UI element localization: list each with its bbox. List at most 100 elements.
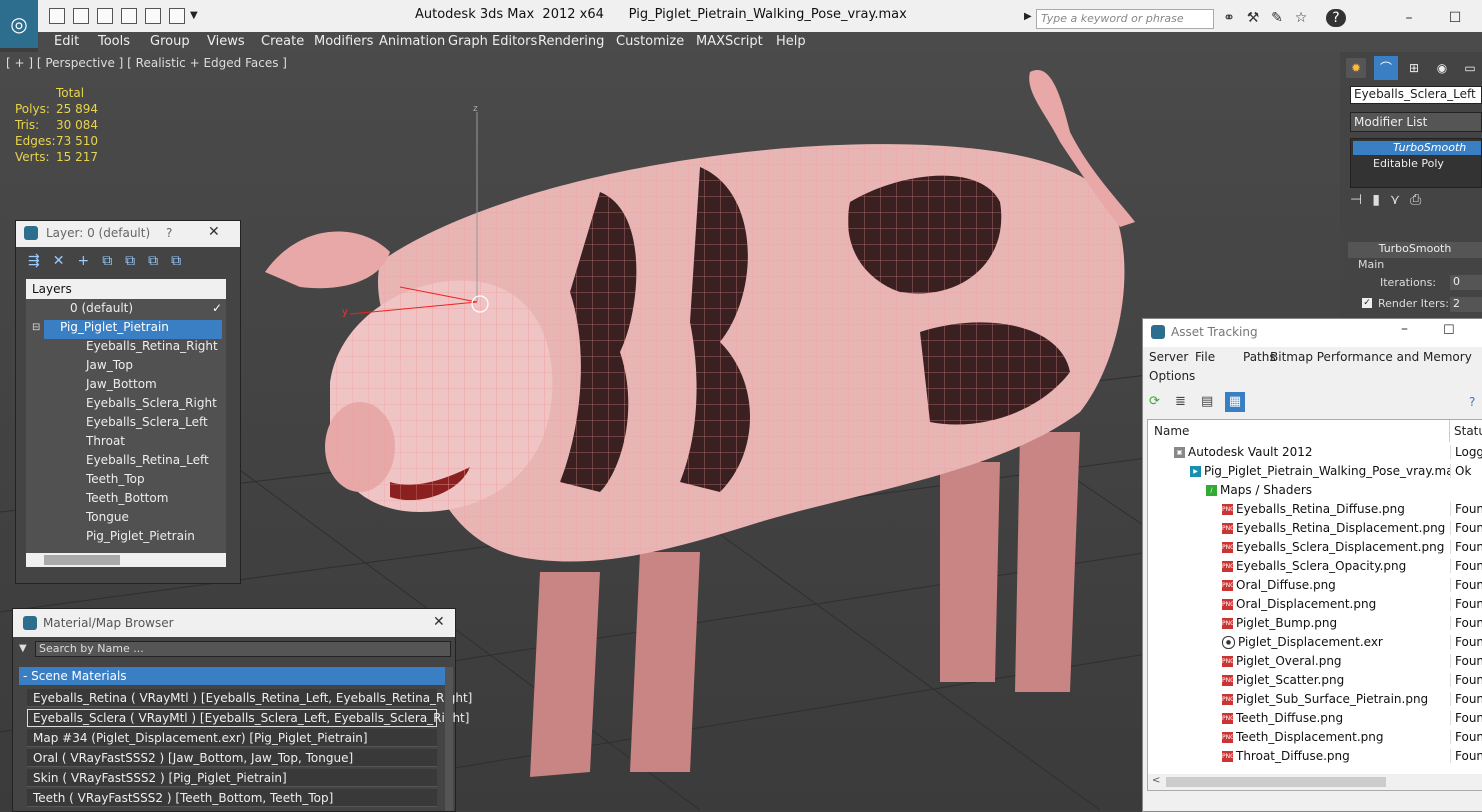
layer-row-pig-piglet[interactable]: Pig_Piglet_Pietrain <box>44 320 222 339</box>
scrollbar-thumb[interactable] <box>1166 777 1386 787</box>
modify-tab-icon[interactable]: ⌒ <box>1374 56 1398 80</box>
maximize-icon[interactable]: ☐ <box>1443 323 1455 338</box>
search-options-icon[interactable]: ▼ <box>19 643 27 654</box>
layer-object-row[interactable]: Jaw_Top <box>36 358 276 377</box>
asset-row[interactable]: ▶ Pig_Piglet_Pietrain_Walking_Pose_vray.m… <box>1148 462 1482 481</box>
menu-group[interactable]: Group <box>150 34 190 49</box>
material-item[interactable]: Oral ( VRayFastSSS2 ) [Jaw_Bottom, Jaw_T… <box>27 749 437 767</box>
menu-views[interactable]: Views <box>207 34 245 49</box>
help-icon[interactable]: ? <box>1326 9 1346 27</box>
material-item[interactable]: Map #34 (Piglet_Displacement.exr) [Pig_P… <box>27 729 437 747</box>
asset-row[interactable]: PNGPiglet_Overal.pngFound <box>1148 652 1482 671</box>
menu-animation[interactable]: Animation <box>379 34 445 49</box>
layer-row-default[interactable]: 0 (default) <box>36 301 260 320</box>
app-logo[interactable]: ◎ <box>0 0 38 48</box>
object-name-field[interactable]: Eyeballs_Sclera_Left <box>1350 86 1482 104</box>
layer-object-row[interactable]: Teeth_Top <box>36 472 276 491</box>
asset-menu-options[interactable]: Options <box>1149 369 1195 383</box>
asset-row[interactable]: ●Piglet_Displacement.exrFound <box>1148 633 1482 652</box>
layer-object-row[interactable]: Tongue <box>36 510 276 529</box>
layer-toolbar[interactable]: ⇶✕+⧉⧉⧉⧉ <box>28 253 228 273</box>
asset-menu-server[interactable]: Server <box>1149 350 1188 364</box>
asset-row[interactable]: PNGEyeballs_Retina_Diffuse.pngFound <box>1148 500 1482 519</box>
menu-maxscript[interactable]: MAXScript <box>696 34 763 49</box>
asset-tracking-titlebar[interactable]: Asset Tracking – ☐ <box>1143 319 1482 347</box>
layer-object-row[interactable]: Eyeballs_Sclera_Left <box>36 415 276 434</box>
asset-row[interactable]: PNGOral_Diffuse.pngFound <box>1148 576 1482 595</box>
asset-row[interactable]: PNGEyeballs_Sclera_Displacement.pngFound <box>1148 538 1482 557</box>
search-expand-icon[interactable]: ▶ <box>1024 11 1032 22</box>
material-item-selected[interactable]: Eyeballs_Sclera ( VRayMtl ) [Eyeballs_Sc… <box>27 709 469 727</box>
tools-icon[interactable]: ⚒ <box>1244 9 1262 27</box>
list-view-icon[interactable]: ≣ <box>1175 395 1189 409</box>
pin-icon[interactable]: ✎ <box>1268 9 1286 27</box>
render-iters-spinner[interactable]: 2 <box>1450 297 1482 312</box>
asset-row[interactable]: PNGTeeth_Displacement.pngFound <box>1148 728 1482 747</box>
asset-menu-file[interactable]: File <box>1195 350 1215 364</box>
menu-rendering[interactable]: Rendering <box>538 34 604 49</box>
menu-modifiers[interactable]: Modifiers <box>314 34 373 49</box>
material-search-input[interactable]: Search by Name ... <box>35 641 451 657</box>
material-browser-titlebar[interactable]: Material/Map Browser ✕ <box>13 609 455 637</box>
menu-edit[interactable]: Edit <box>54 34 79 49</box>
collapse-icon[interactable]: ⊟ <box>32 322 40 333</box>
asset-row[interactable]: PNGOral_Displacement.pngFound <box>1148 595 1482 614</box>
workspace-icon[interactable] <box>169 8 185 24</box>
material-item[interactable]: Eyeballs_Retina ( VRayMtl ) [Eyeballs_Re… <box>27 689 472 707</box>
asset-row[interactable]: PNGTeeth_Diffuse.pngFound <box>1148 709 1482 728</box>
hierarchy-tab-icon[interactable]: ⊞ <box>1404 58 1424 78</box>
minimize-icon[interactable]: – <box>1401 321 1408 337</box>
stack-controls[interactable]: ⊣▮⋎⎙ <box>1350 192 1482 214</box>
layer-object-row[interactable]: Eyeballs_Retina_Left <box>36 453 276 472</box>
layer-object-row[interactable]: Pig_Piglet_Pietrain <box>36 529 276 548</box>
material-scrollbar[interactable] <box>445 667 453 811</box>
layer-object-row[interactable]: Throat <box>36 434 276 453</box>
column-header-status[interactable]: Status <box>1450 420 1482 442</box>
star-icon[interactable]: ☆ <box>1292 9 1310 27</box>
create-tab-icon[interactable]: ✹ <box>1346 58 1366 78</box>
detail-view-icon[interactable]: ▤ <box>1201 395 1215 409</box>
layer-object-row[interactable]: Jaw_Bottom <box>36 377 276 396</box>
stack-item-editable-poly[interactable]: Editable Poly <box>1353 157 1481 171</box>
menu-graph-editors[interactable]: Graph Editors <box>448 34 537 49</box>
layer-object-row[interactable]: Eyeballs_Retina_Right <box>36 339 276 358</box>
modifier-list-dropdown[interactable]: Modifier List <box>1350 112 1482 132</box>
hold-icon[interactable] <box>121 8 137 24</box>
binoculars-icon[interactable]: ⚭ <box>1220 9 1238 27</box>
asset-row[interactable]: PNGPiglet_Bump.pngFound <box>1148 614 1482 633</box>
stack-item-turbosmooth[interactable]: TurboSmooth <box>1353 141 1481 155</box>
rollout-turbosmooth[interactable]: TurboSmooth <box>1348 242 1482 258</box>
close-icon[interactable]: ✕ <box>208 224 220 240</box>
asset-row[interactable]: PNGEyeballs_Retina_Displacement.pngFound <box>1148 519 1482 538</box>
motion-tab-icon[interactable]: ◉ <box>1432 58 1452 78</box>
asset-horizontal-scrollbar[interactable]: < <box>1148 774 1482 790</box>
maximize-icon[interactable]: ☐ <box>1446 9 1464 27</box>
menu-help[interactable]: Help <box>776 34 806 49</box>
asset-menu-bitmap[interactable]: Bitmap Performance and Memory <box>1270 350 1472 364</box>
new-icon[interactable] <box>97 8 113 24</box>
scrollbar-thumb[interactable] <box>44 555 120 565</box>
scene-materials-section[interactable]: - Scene Materials <box>19 667 445 685</box>
display-tab-icon[interactable]: ▭ <box>1460 58 1480 78</box>
layer-object-row[interactable]: Teeth_Bottom <box>36 491 276 510</box>
minimize-icon[interactable]: – <box>1400 9 1418 27</box>
asset-row[interactable]: PNGPiglet_Sub_Surface_Pietrain.pngFound <box>1148 690 1482 709</box>
material-item[interactable]: Skin ( VRayFastSSS2 ) [Pig_Piglet_Pietra… <box>27 769 437 787</box>
menu-customize[interactable]: Customize <box>616 34 684 49</box>
material-item[interactable]: Teeth ( VRayFastSSS2 ) [Teeth_Bottom, Te… <box>27 789 437 807</box>
scroll-left-icon[interactable]: < <box>1152 775 1160 786</box>
search-input[interactable]: Type a keyword or phrase <box>1036 9 1214 29</box>
table-view-icon[interactable]: ▦ <box>1225 392 1245 412</box>
refresh-icon[interactable]: ⟳ <box>1149 395 1163 409</box>
close-icon[interactable]: ✕ <box>433 614 445 630</box>
active-layer-check-icon[interactable]: ✓ <box>212 301 222 315</box>
help-button[interactable]: ? <box>166 226 172 240</box>
layer-horizontal-scrollbar[interactable] <box>26 553 226 567</box>
viewport-label[interactable]: [ + ] [ Perspective ] [ Realistic + Edge… <box>6 56 287 70</box>
menu-tools[interactable]: Tools <box>98 34 130 49</box>
asset-row[interactable]: / Maps / Shaders <box>1148 481 1482 500</box>
column-header-name[interactable]: Name <box>1148 420 1450 442</box>
layer-object-row[interactable]: Eyeballs_Sclera_Right <box>36 396 276 415</box>
save-icon[interactable] <box>73 8 89 24</box>
asset-row[interactable]: PNGPiglet_Scatter.pngFound <box>1148 671 1482 690</box>
